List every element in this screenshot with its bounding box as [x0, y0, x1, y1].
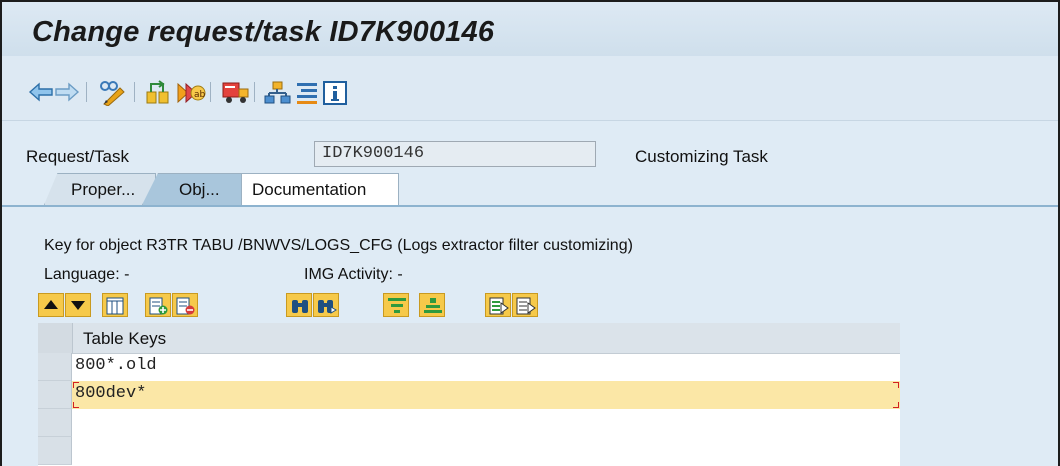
- find-button[interactable]: [286, 293, 312, 317]
- delete-row-button[interactable]: [172, 293, 198, 317]
- title-bar: Change request/task ID7K900146: [2, 2, 1058, 56]
- img-activity-label: IMG Activity: -: [304, 266, 403, 283]
- binoculars-icon: [292, 300, 308, 313]
- sort-icon: [424, 298, 442, 313]
- select-all-icon: [489, 297, 509, 315]
- request-task-field[interactable]: ID7K900146: [314, 141, 596, 167]
- table-icon: [106, 297, 124, 315]
- find-next-button[interactable]: [313, 293, 339, 317]
- toolbar-separator: [134, 82, 135, 102]
- deselect-all-button[interactable]: [512, 293, 538, 317]
- info-icon[interactable]: [322, 80, 347, 105]
- row-selector[interactable]: [38, 381, 72, 409]
- grid-header: Table Keys: [38, 323, 900, 354]
- organizer-icon[interactable]: [264, 80, 291, 104]
- object-list-icon[interactable]: ab: [176, 80, 206, 104]
- language-label: Language: -: [44, 266, 130, 283]
- table-row: [38, 381, 900, 409]
- tab-strip: Proper... Obj... Documentation: [2, 173, 1058, 207]
- row-selector[interactable]: [38, 437, 72, 465]
- back-icon[interactable]: [28, 80, 53, 104]
- svg-text:ab: ab: [194, 90, 206, 100]
- tab-properties[interactable]: Proper...: [44, 173, 156, 205]
- toolbar-separator: [254, 82, 255, 102]
- table-key-cell[interactable]: 800*.old: [72, 353, 900, 381]
- row-selector[interactable]: [38, 409, 72, 437]
- tab-documentation[interactable]: Documentation: [241, 173, 399, 205]
- request-header: Request/Task ID7K900146 Customizing Task…: [2, 121, 1058, 207]
- deselect-all-icon: [516, 297, 536, 315]
- sap-window: Change request/task ID7K900146 ab Reques…: [0, 0, 1060, 466]
- table-row: [38, 409, 900, 437]
- move-up-button[interactable]: [38, 293, 64, 317]
- toolbar-separator: [210, 82, 211, 102]
- forward-icon[interactable]: [54, 80, 80, 104]
- filter-icon: [388, 298, 406, 313]
- window-title: Change request/task ID7K900146: [32, 16, 495, 48]
- layout-button[interactable]: [102, 293, 128, 317]
- move-down-button[interactable]: [65, 293, 91, 317]
- triangle-down-icon: [71, 301, 85, 310]
- insert-row-button[interactable]: [145, 293, 171, 317]
- object-keys-panel: Key for object R3TR TABU /BNWVS/LOGS_CFG…: [2, 207, 1058, 466]
- insert-row-icon: [149, 297, 168, 315]
- table-row: 800*.old: [38, 353, 900, 381]
- focus-corner: [73, 382, 79, 388]
- row-selector[interactable]: [38, 353, 72, 381]
- binoculars-next-icon: [318, 300, 337, 314]
- key-list-icon[interactable]: [294, 80, 318, 104]
- table-key-input[interactable]: [75, 384, 855, 403]
- filter-button[interactable]: [383, 293, 409, 317]
- tab-objects[interactable]: Obj...: [142, 173, 242, 205]
- check-objects-icon[interactable]: [145, 80, 169, 104]
- delete-row-icon: [176, 297, 195, 315]
- table-key-cell[interactable]: [72, 437, 900, 465]
- sort-button[interactable]: [419, 293, 445, 317]
- table-row: [38, 437, 900, 465]
- table-key-cell-active[interactable]: [72, 381, 900, 409]
- triangle-up-icon: [44, 300, 58, 309]
- task-type-label: Customizing Task: [635, 147, 768, 166]
- release-icon[interactable]: [221, 80, 249, 104]
- object-key-description: Key for object R3TR TABU /BNWVS/LOGS_CFG…: [44, 237, 633, 254]
- display-change-icon[interactable]: [98, 80, 125, 107]
- table-key-cell[interactable]: [72, 409, 900, 437]
- focus-corner: [73, 402, 79, 408]
- toolbar-separator: [86, 82, 87, 102]
- application-toolbar: ab: [2, 56, 1058, 121]
- focus-corner: [893, 402, 899, 408]
- request-task-label: Request/Task: [26, 147, 129, 166]
- table-keys-grid: Table Keys 800*.old: [38, 323, 900, 466]
- focus-corner: [893, 382, 899, 388]
- column-header-table-keys[interactable]: Table Keys: [83, 329, 166, 349]
- select-all-cell[interactable]: [38, 323, 73, 353]
- select-all-button[interactable]: [485, 293, 511, 317]
